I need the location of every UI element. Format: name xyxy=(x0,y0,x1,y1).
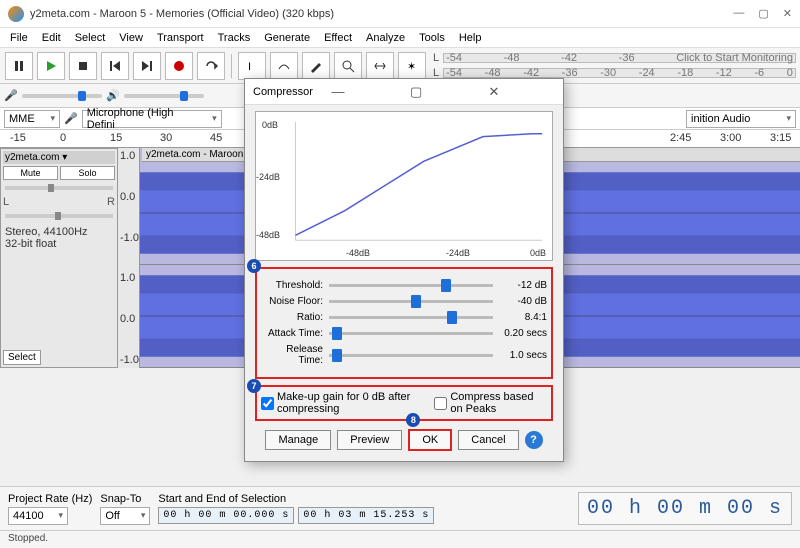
snap-combo[interactable]: Off xyxy=(100,507,150,525)
compressor-graph: 0dB -24dB -48dB -48dB -24dB 0dB xyxy=(255,111,553,261)
preview-button[interactable]: Preview xyxy=(337,430,402,450)
meters: L-54-48-42-36Click to Start Monitoring L… xyxy=(433,51,796,80)
noise-floor-slider[interactable] xyxy=(329,300,493,303)
project-rate-label: Project Rate (Hz) xyxy=(8,493,92,505)
menu-view[interactable]: View xyxy=(113,30,149,46)
menu-tracks[interactable]: Tracks xyxy=(212,30,257,46)
ratio-value: 8.4:1 xyxy=(499,312,547,323)
threshold-row: Threshold: -12 dB xyxy=(261,280,547,291)
attack-row: Attack Time: 0.20 secs xyxy=(261,328,547,339)
manage-button[interactable]: Manage xyxy=(265,430,331,450)
selection-toolbar: Project Rate (Hz) 44100 Snap-To Off Star… xyxy=(0,486,800,530)
loop-button[interactable] xyxy=(197,52,225,80)
meter-l-label: L xyxy=(433,52,439,64)
mute-button[interactable]: Mute xyxy=(3,166,58,180)
speaker-icon: 🔊 xyxy=(106,89,120,103)
output-device-combo[interactable]: inition Audio xyxy=(686,110,796,128)
menu-generate[interactable]: Generate xyxy=(258,30,316,46)
menu-analyze[interactable]: Analyze xyxy=(360,30,411,46)
mic-icon-2: 🎤 xyxy=(64,112,78,125)
envelope-tool[interactable] xyxy=(270,52,298,80)
mic-icon: 🎤 xyxy=(4,89,18,103)
threshold-value: -12 dB xyxy=(499,280,547,291)
release-slider[interactable] xyxy=(329,354,493,357)
timeshift-tool[interactable] xyxy=(366,52,394,80)
close-button[interactable]: ✕ xyxy=(783,7,792,20)
makeup-gain-checkbox[interactable]: Make-up gain for 0 dB after compressing xyxy=(261,391,424,415)
menu-bar: File Edit Select View Transport Tracks G… xyxy=(0,28,800,48)
window-titlebar: y2meta.com - Maroon 5 - Memories (Offici… xyxy=(0,0,800,28)
release-value: 1.0 secs xyxy=(499,350,547,361)
input-device-combo[interactable]: Microphone (High Defini xyxy=(82,110,222,128)
maximize-button[interactable]: ▢ xyxy=(758,7,768,20)
svg-text:✶: ✶ xyxy=(407,61,416,73)
status-bar: Stopped. xyxy=(0,530,800,548)
host-combo[interactable]: MME xyxy=(4,110,60,128)
menu-effect[interactable]: Effect xyxy=(318,30,358,46)
dialog-close[interactable]: ✕ xyxy=(489,84,556,100)
release-row: Release Time: 1.0 secs xyxy=(261,344,547,366)
record-volume-slider[interactable] xyxy=(22,94,102,98)
menu-tools[interactable]: Tools xyxy=(413,30,451,46)
menu-transport[interactable]: Transport xyxy=(151,30,210,46)
noise-floor-value: -40 dB xyxy=(499,296,547,307)
pan-slider[interactable] xyxy=(5,214,113,218)
noise-floor-row: Noise Floor: -40 dB xyxy=(261,296,547,307)
window-title: y2meta.com - Maroon 5 - Memories (Offici… xyxy=(30,8,733,20)
annotation-6: 6 xyxy=(247,259,261,273)
annotation-8: 8 xyxy=(406,413,420,427)
track-format: Stereo, 44100Hz32-bit float xyxy=(3,224,115,252)
track-name[interactable]: y2meta.com ▾ xyxy=(3,151,115,164)
menu-file[interactable]: File xyxy=(4,30,34,46)
skip-end-button[interactable] xyxy=(133,52,161,80)
svg-text:I: I xyxy=(248,61,251,73)
dialog-maximize[interactable]: ▢ xyxy=(410,84,477,100)
multi-tool[interactable]: ✶ xyxy=(398,52,426,80)
stop-button[interactable] xyxy=(69,52,97,80)
record-button[interactable] xyxy=(165,52,193,80)
project-rate-combo[interactable]: 44100 xyxy=(8,507,68,525)
play-button[interactable] xyxy=(37,52,65,80)
selection-start[interactable]: 00 h 00 m 00.000 s xyxy=(158,507,294,524)
track-control-panel: y2meta.com ▾ Mute Solo LR Stereo, 44100H… xyxy=(0,148,118,368)
cancel-button[interactable]: Cancel xyxy=(458,430,518,450)
dialog-minimize[interactable]: — xyxy=(332,84,399,99)
skip-start-button[interactable] xyxy=(101,52,129,80)
app-icon xyxy=(8,6,24,22)
peaks-checkbox[interactable]: Compress based on Peaks xyxy=(434,391,547,415)
dialog-title: Compressor xyxy=(253,86,320,98)
minimize-button[interactable]: — xyxy=(733,7,744,20)
zoom-tool[interactable] xyxy=(334,52,362,80)
playback-volume-slider[interactable] xyxy=(124,94,204,98)
draw-tool[interactable] xyxy=(302,52,330,80)
compressor-options: 7 Make-up gain for 0 dB after compressin… xyxy=(255,385,553,421)
solo-button[interactable]: Solo xyxy=(60,166,115,180)
ratio-row: Ratio: 8.4:1 xyxy=(261,312,547,323)
amplitude-scale: 1.00.0-1.0 1.00.0-1.0 xyxy=(118,148,140,368)
attack-value: 0.20 secs xyxy=(499,328,547,339)
menu-edit[interactable]: Edit xyxy=(36,30,67,46)
menu-help[interactable]: Help xyxy=(453,30,488,46)
threshold-slider[interactable] xyxy=(329,284,493,287)
compressor-dialog: Compressor — ▢ ✕ 0dB -24dB -48dB -48dB -… xyxy=(244,78,564,462)
record-meter[interactable]: -54-48-42-36Click to Start Monitoring xyxy=(443,53,796,63)
menu-select[interactable]: Select xyxy=(69,30,112,46)
selection-tool[interactable]: I xyxy=(238,52,266,80)
track-select-button[interactable]: Select xyxy=(3,350,41,365)
snap-label: Snap-To xyxy=(100,493,150,505)
selection-range-label: Start and End of Selection xyxy=(158,493,434,505)
gain-slider[interactable] xyxy=(5,186,113,190)
dialog-titlebar[interactable]: Compressor — ▢ ✕ xyxy=(245,79,563,105)
playback-meter[interactable]: -54-48-42-36-30-24-18-12-60 xyxy=(443,68,796,78)
compressor-params: 6 Threshold: -12 dB Noise Floor: -40 dB … xyxy=(255,267,553,379)
attack-slider[interactable] xyxy=(329,332,493,335)
selection-end[interactable]: 00 h 03 m 15.253 s xyxy=(298,507,434,524)
ratio-slider[interactable] xyxy=(329,316,493,319)
help-button[interactable]: ? xyxy=(525,431,543,449)
pause-button[interactable] xyxy=(5,52,33,80)
annotation-7: 7 xyxy=(247,379,261,393)
ok-button[interactable]: OK xyxy=(408,429,452,451)
audio-position[interactable]: 00 h 00 m 00 s xyxy=(578,492,792,525)
